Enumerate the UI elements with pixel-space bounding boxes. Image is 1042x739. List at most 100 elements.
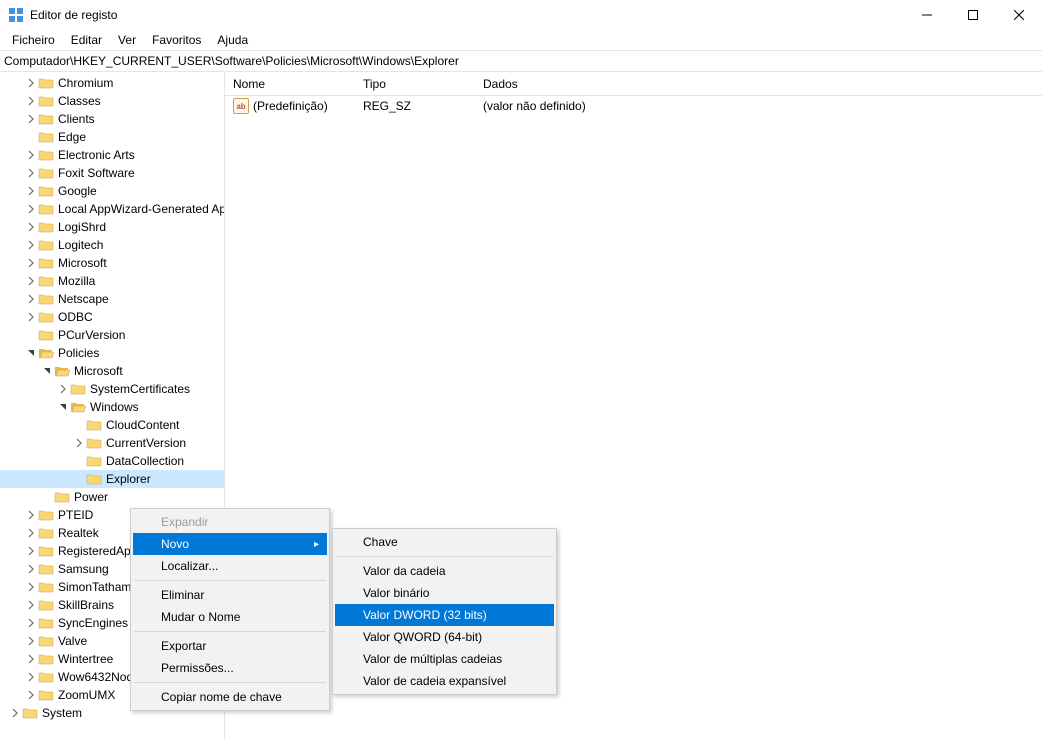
expand-icon[interactable] [24, 184, 38, 198]
tree-item[interactable]: Google [0, 182, 224, 200]
maximize-button[interactable] [950, 0, 996, 30]
menu-item[interactable]: Valor de múltiplas cadeias [335, 648, 554, 670]
folder-icon [38, 130, 54, 144]
tree-item-label: Realtek [58, 526, 99, 540]
tree-item[interactable]: Microsoft [0, 254, 224, 272]
expand-icon[interactable] [24, 670, 38, 684]
menu-item[interactable]: Localizar... [133, 555, 327, 577]
expand-icon[interactable] [8, 706, 22, 720]
tree-item[interactable]: Netscape [0, 290, 224, 308]
menu-item-label: Localizar... [161, 559, 218, 573]
close-button[interactable] [996, 0, 1042, 30]
expand-icon[interactable] [24, 598, 38, 612]
tree-item[interactable]: Microsoft [0, 362, 224, 380]
tree-item[interactable]: Foxit Software [0, 164, 224, 182]
menu-item[interactable]: Mudar o Nome [133, 606, 327, 628]
tree-item[interactable]: CloudContent [0, 416, 224, 434]
tree-item[interactable]: Edge [0, 128, 224, 146]
tree-item[interactable]: Mozilla [0, 272, 224, 290]
expand-icon[interactable] [24, 544, 38, 558]
expand-icon[interactable] [24, 688, 38, 702]
expand-icon[interactable] [24, 238, 38, 252]
expand-icon[interactable] [24, 580, 38, 594]
tree-item[interactable]: PCurVersion [0, 326, 224, 344]
window-title: Editor de registo [30, 8, 904, 22]
expand-icon[interactable] [24, 76, 38, 90]
value-name: (Predefinição) [253, 99, 328, 113]
expand-icon[interactable] [24, 616, 38, 630]
col-header-data[interactable]: Dados [475, 77, 1042, 91]
expand-icon[interactable] [24, 652, 38, 666]
tree-item-label: Microsoft [74, 364, 123, 378]
menu-item[interactable]: Valor DWORD (32 bits) [335, 604, 554, 626]
tree-item[interactable]: DataCollection [0, 452, 224, 470]
menu-item[interactable]: Permissões... [133, 657, 327, 679]
menu-item-label: Novo [161, 537, 189, 551]
expand-icon[interactable] [24, 508, 38, 522]
menu-file[interactable]: Ficheiro [4, 31, 63, 49]
menu-item[interactable]: Chave [335, 531, 554, 553]
expand-icon[interactable] [24, 94, 38, 108]
menu-item[interactable]: Valor de cadeia expansível [335, 670, 554, 692]
menu-favorites[interactable]: Favoritos [144, 31, 209, 49]
collapse-icon[interactable] [24, 346, 38, 360]
expand-icon[interactable] [24, 220, 38, 234]
tree-item-label: CurrentVersion [106, 436, 186, 450]
menu-edit[interactable]: Editar [63, 31, 110, 49]
expand-icon[interactable] [56, 382, 70, 396]
tree-item[interactable]: Chromium [0, 74, 224, 92]
tree-item-label: Google [58, 184, 97, 198]
expand-icon[interactable] [24, 202, 38, 216]
minimize-button[interactable] [904, 0, 950, 30]
tree-item[interactable]: ODBC [0, 308, 224, 326]
menu-item[interactable]: Copiar nome de chave [133, 686, 327, 708]
tree-item-label: System [42, 706, 82, 720]
tree-item[interactable]: SystemCertificates [0, 380, 224, 398]
menu-view[interactable]: Ver [110, 31, 144, 49]
tree-item[interactable]: Electronic Arts [0, 146, 224, 164]
menu-item[interactable]: Exportar [133, 635, 327, 657]
expand-icon[interactable] [24, 634, 38, 648]
expand-icon[interactable] [24, 274, 38, 288]
tree-item-label: Mozilla [58, 274, 95, 288]
tree-item[interactable]: Explorer [0, 470, 224, 488]
tree-item[interactable]: Logitech [0, 236, 224, 254]
expand-icon[interactable] [24, 526, 38, 540]
col-header-type[interactable]: Tipo [355, 77, 475, 91]
tree-item[interactable]: Policies [0, 344, 224, 362]
context-menu[interactable]: ExpandirNovo▸Localizar...EliminarMudar o… [130, 508, 330, 711]
expand-icon[interactable] [24, 166, 38, 180]
tree-item[interactable]: CurrentVersion [0, 434, 224, 452]
menu-item[interactable]: Valor da cadeia [335, 560, 554, 582]
menu-item-label: Exportar [161, 639, 206, 653]
expand-icon[interactable] [24, 112, 38, 126]
context-submenu-new[interactable]: Chave Valor da cadeiaValor binárioValor D… [332, 528, 557, 695]
expand-icon[interactable] [24, 148, 38, 162]
tree-item[interactable]: Local AppWizard-Generated Applications [0, 200, 224, 218]
expand-icon[interactable] [24, 310, 38, 324]
tree-item[interactable]: Clients [0, 110, 224, 128]
menu-item[interactable]: Novo▸ [133, 533, 327, 555]
menu-item[interactable]: Valor binário [335, 582, 554, 604]
tree-item[interactable]: Windows [0, 398, 224, 416]
folder-icon [38, 670, 54, 684]
address-bar[interactable]: Computador\HKEY_CURRENT_USER\Software\Po… [0, 50, 1042, 72]
menu-item[interactable]: Eliminar [133, 584, 327, 606]
expand-icon[interactable] [24, 292, 38, 306]
col-header-name[interactable]: Nome [225, 77, 355, 91]
list-row[interactable]: ab(Predefinição)REG_SZ(valor não definid… [225, 96, 1042, 116]
menu-item[interactable]: Valor QWORD (64-bit) [335, 626, 554, 648]
expand-icon[interactable] [24, 562, 38, 576]
collapse-icon[interactable] [56, 400, 70, 414]
expand-icon[interactable] [72, 436, 86, 450]
menu-help[interactable]: Ajuda [209, 31, 256, 49]
tree-item-label: Local AppWizard-Generated Applications [58, 202, 225, 216]
expand-icon[interactable] [24, 256, 38, 270]
collapse-icon[interactable] [40, 364, 54, 378]
menu-item-label: Valor de múltiplas cadeias [363, 652, 502, 666]
tree-item[interactable]: Power [0, 488, 224, 506]
folder-icon [38, 634, 54, 648]
tree-item[interactable]: Classes [0, 92, 224, 110]
tree-item[interactable]: LogiShrd [0, 218, 224, 236]
folder-open-icon [38, 346, 54, 360]
